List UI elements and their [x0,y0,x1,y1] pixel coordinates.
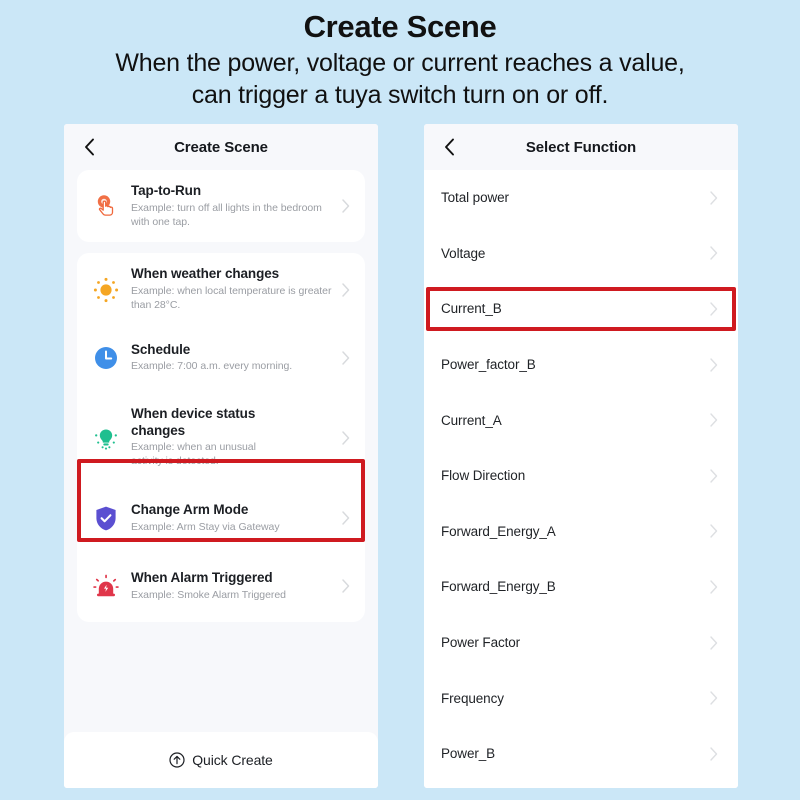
scene-item-title: Schedule [131,341,191,357]
function-row-power-b[interactable]: Power_B [424,726,738,782]
chevron-right-icon [707,747,721,761]
scene-item-text: Tap-to-Run Example: turn off all lights … [125,183,339,229]
chevron-right-icon [339,199,353,213]
chevron-right-icon [707,691,721,705]
scene-item-tap-to-run[interactable]: Tap-to-Run Example: turn off all lights … [77,172,365,240]
tap-to-run-icon [87,187,125,225]
chevron-right-icon [339,351,353,365]
screenshot-panels: Create Scene Tap-to-Run Example: turn of… [0,124,800,800]
chevron-right-icon [707,580,721,594]
scene-item-schedule[interactable]: Schedule Example: 7:00 a.m. every mornin… [77,324,365,392]
scene-item-description: Example: 7:00 a.m. every morning. [131,360,293,373]
quick-create-button[interactable]: Quick Create [64,732,378,788]
function-label: Flow Direction [441,468,526,484]
function-label: Frequency [441,690,504,706]
scene-item-when-device-status-changes[interactable]: When device status changes Example: when… [77,392,365,484]
chevron-right-icon [339,282,353,297]
page-header: Create Scene When the power, voltage or … [0,0,800,111]
alarm-siren-icon [87,567,125,605]
scene-item-title: When Alarm Triggered [131,569,273,585]
chevron-right-icon [707,524,721,539]
function-list: Total power Voltage Current_B Power_fact… [424,170,738,788]
left-navbar: Create Scene [64,124,378,170]
scene-type-list: Tap-to-Run Example: turn off all lights … [64,170,378,623]
function-label: Total power [441,190,509,206]
scene-item-text: Schedule Example: 7:00 a.m. every mornin… [125,342,339,375]
scene-item-when-alarm-triggered[interactable]: When Alarm Triggered Example: Smoke Alar… [77,552,365,620]
chevron-right-icon [339,579,353,593]
scene-item-when-weather-changes[interactable]: When weather changes Example: when local… [77,255,365,323]
back-icon[interactable] [440,138,458,156]
create-scene-screen: Create Scene Tap-to-Run Example: turn of… [64,124,378,788]
scene-item-title: Tap-to-Run [131,183,201,198]
function-label: Power_B [441,746,496,762]
scene-card-tap-to-run: Tap-to-Run Example: turn off all lights … [77,170,365,243]
page-subtitle-line-2: can trigger a tuya switch turn on or off… [191,80,609,109]
function-row-current-b[interactable]: Current_B [424,281,738,337]
scene-item-title: When device status changes [131,405,256,438]
function-row-frequency[interactable]: Frequency [424,670,738,726]
scene-item-text: When Alarm Triggered Example: Smoke Alar… [125,570,339,603]
function-row-power-factor-b[interactable]: Power_factor_B [424,337,738,393]
function-label: Forward_Energy_B [441,579,556,595]
scene-item-description: Example: Arm Stay via Gateway [131,520,280,533]
back-icon[interactable] [80,138,98,156]
right-screen-title: Select Function [525,138,637,156]
arrow-up-circle-icon [169,752,185,768]
scene-item-text: Change Arm Mode Example: Arm Stay via Ga… [125,502,339,535]
scene-item-description: Example: Smoke Alarm Triggered [131,588,286,601]
function-row-flow-direction[interactable]: Flow Direction [424,448,738,504]
function-label: Current_A [441,412,502,428]
chevron-right-icon [707,357,721,372]
scene-item-description: Example: when an unusual activity is det… [131,441,256,468]
function-label: Forward_Energy_A [441,523,556,539]
sun-weather-icon [87,271,125,309]
function-label: Voltage [441,245,486,261]
chevron-right-icon [707,191,721,205]
scene-item-title: Change Arm Mode [131,501,249,517]
chevron-right-icon [707,413,721,427]
chevron-right-icon [707,469,721,483]
chevron-right-icon [707,302,721,316]
function-row-current-a[interactable]: Current_A [424,392,738,448]
shield-check-icon [87,499,125,537]
right-navbar: Select Function [424,124,738,170]
page-subtitle-line-1: When the power, voltage or current reach… [115,49,685,78]
function-label: Power Factor [441,635,521,651]
function-row-forward-energy-a[interactable]: Forward_Energy_A [424,504,738,560]
scene-card-automations: When weather changes Example: when local… [77,253,365,623]
function-row-forward-energy-b[interactable]: Forward_Energy_B [424,559,738,615]
function-label: Power_factor_B [441,357,536,373]
chevron-right-icon [339,511,353,525]
scene-item-title: When weather changes [131,266,280,282]
left-screen-title: Create Scene [174,138,268,156]
function-row-total-power[interactable]: Total power [424,170,738,226]
scene-item-description: Example: when local temperature is great… [131,285,332,312]
scene-item-text: When device status changes Example: when… [125,406,339,469]
chevron-right-icon [707,246,721,261]
clock-schedule-icon [87,339,125,377]
chevron-right-icon [339,430,353,445]
select-function-screen: Select Function Total power Voltage Curr… [424,124,738,788]
scene-item-change-arm-mode[interactable]: Change Arm Mode Example: Arm Stay via Ga… [77,484,365,552]
function-row-voltage[interactable]: Voltage [424,226,738,282]
page-title: Create Scene [303,9,497,44]
chevron-right-icon [707,635,721,650]
scene-item-description: Example: turn off all lights in the bedr… [131,201,322,228]
light-bulb-device-icon [87,419,125,457]
function-label: Current_B [441,301,502,317]
scene-item-text: When weather changes Example: when local… [125,266,339,312]
function-row-power-factor[interactable]: Power Factor [424,615,738,671]
quick-create-label: Quick Create [192,752,273,768]
